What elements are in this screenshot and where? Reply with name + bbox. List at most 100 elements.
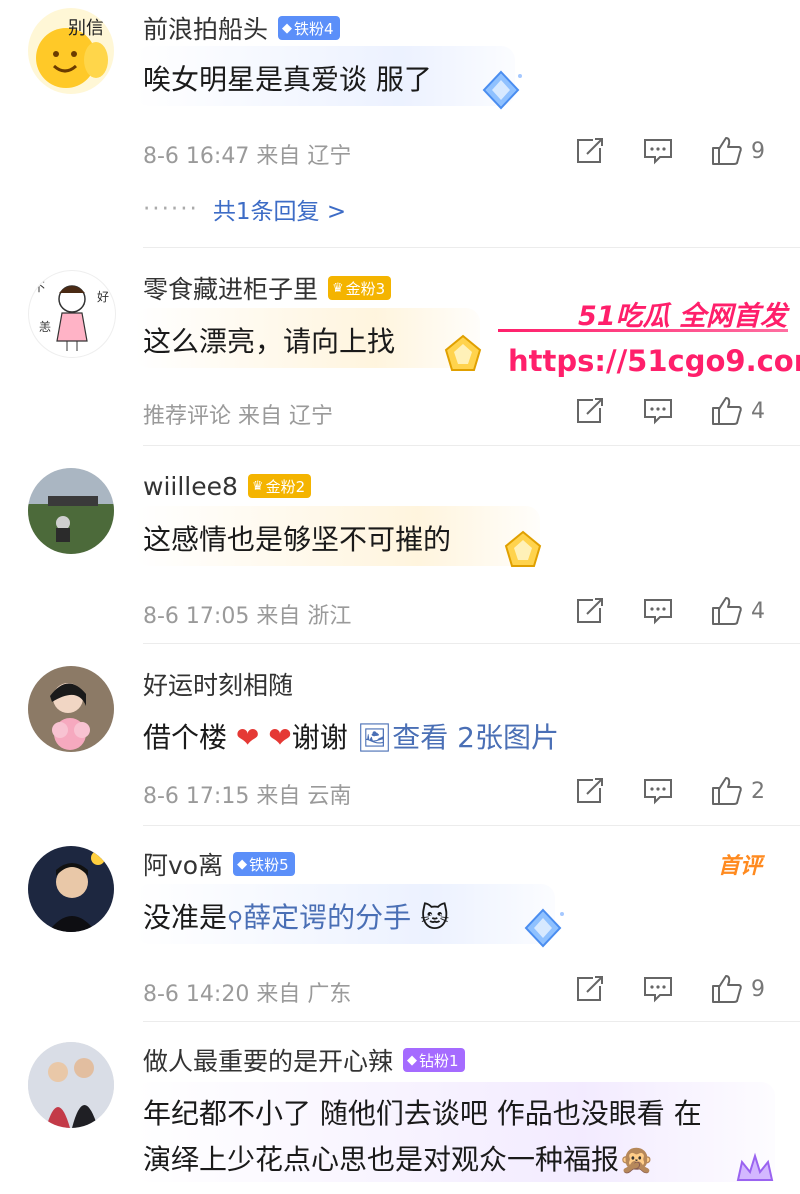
comment-text-prefix: 借个楼 bbox=[143, 721, 228, 754]
gold-gem-decoration-icon bbox=[504, 530, 542, 567]
comment-meta: 推荐评论 来自 辽宁 bbox=[143, 404, 333, 429]
username[interactable]: 零食藏进柜子里 bbox=[143, 270, 318, 306]
image-icon: 🖼 bbox=[356, 721, 393, 754]
share-button[interactable] bbox=[575, 777, 643, 805]
badge-label: 钻粉1 bbox=[419, 1051, 459, 1070]
view-replies-link[interactable]: ······ 共1条回复 > bbox=[143, 192, 346, 226]
thumbs-up-icon bbox=[712, 137, 742, 165]
share-icon bbox=[577, 778, 603, 803]
fan-badge[interactable]: ◆ 钻粉1 bbox=[403, 1048, 465, 1072]
comment-item: 阿vo离 ◆ 铁粉5 没准是⚲薛定谔的分手 🐱 8-6 14:20 来自 广东 … bbox=[0, 826, 800, 1022]
view-images-link[interactable]: 🖼查看 2张图片 bbox=[357, 721, 559, 754]
fan-badge[interactable]: ◆ 铁粉5 bbox=[233, 852, 295, 876]
share-icon bbox=[577, 598, 603, 623]
comment-meta: 8-6 17:15 来自 云南 bbox=[143, 784, 352, 809]
landscape-photo-avatar-icon bbox=[28, 468, 114, 554]
blue-gem-decoration-icon bbox=[524, 908, 564, 948]
smiley-wave-avatar-icon: 别信 bbox=[36, 18, 108, 88]
username[interactable]: wiillee8 bbox=[143, 472, 238, 501]
cartoon-girl-avatar-icon: 不 好 恙 bbox=[33, 280, 109, 351]
badge-label: 铁粉5 bbox=[249, 855, 289, 874]
comment-text-line: 年纪都不小了 随他们去谈吧 作品也没眼看 在 bbox=[143, 1097, 702, 1130]
username[interactable]: 做人最重要的是开心辣 bbox=[143, 1042, 393, 1078]
share-button[interactable] bbox=[575, 975, 643, 1003]
badge-label: 铁粉4 bbox=[294, 19, 334, 38]
watermark-url: https://51cgo9.com bbox=[508, 344, 800, 378]
comment-meta: 8-6 16:47 来自 辽宁 bbox=[143, 144, 352, 169]
comment-icon bbox=[644, 139, 672, 165]
comment-button[interactable] bbox=[643, 137, 711, 165]
like-button[interactable]: 4 bbox=[711, 396, 765, 426]
avatar[interactable]: 别信 bbox=[28, 8, 114, 94]
comment-actions: 9 bbox=[575, 974, 765, 1004]
comment-icon bbox=[644, 977, 672, 1003]
like-count: 4 bbox=[751, 598, 765, 624]
comment-text: 这么漂亮，请向上找 bbox=[143, 325, 396, 358]
gold-gem-decoration-icon bbox=[444, 334, 482, 371]
comment-item: 别信 前浪拍船头 ◆ 铁粉4 唉女明星是真爱谈 服了 8-6 16:47 来自 … bbox=[0, 0, 800, 248]
avatar[interactable]: 不 好 恙 bbox=[28, 270, 116, 358]
first-comment-badge: 首评 bbox=[718, 854, 763, 879]
comment-text-prefix: 没准是 bbox=[143, 901, 228, 934]
comment-button[interactable] bbox=[643, 397, 711, 425]
svg-text:好: 好 bbox=[97, 290, 109, 304]
avatar[interactable] bbox=[28, 468, 114, 554]
comment-button[interactable] bbox=[643, 777, 711, 805]
share-icon bbox=[577, 398, 603, 423]
replies-label: 共1条回复 > bbox=[212, 199, 347, 225]
avatar[interactable] bbox=[28, 666, 114, 752]
comment-button[interactable] bbox=[643, 975, 711, 1003]
svg-text:别信: 别信 bbox=[68, 18, 104, 39]
username-row: 前浪拍船头 ◆ 铁粉4 bbox=[143, 10, 340, 46]
portrait-photo-avatar-icon bbox=[28, 846, 114, 932]
like-button[interactable]: 9 bbox=[711, 974, 765, 1004]
svg-text:不: 不 bbox=[33, 280, 45, 294]
like-button[interactable]: 4 bbox=[711, 596, 765, 626]
comment-button[interactable] bbox=[643, 597, 711, 625]
crown-icon: ♛ bbox=[251, 478, 264, 494]
username[interactable]: 好运时刻相随 bbox=[143, 666, 293, 702]
like-button[interactable]: 2 bbox=[711, 776, 765, 806]
search-icon: ⚲ bbox=[227, 908, 244, 933]
comment-actions: 2 bbox=[575, 776, 765, 806]
diamond-icon: ◆ bbox=[237, 856, 248, 872]
like-count: 2 bbox=[751, 778, 765, 804]
fan-badge[interactable]: ◆ 铁粉4 bbox=[278, 16, 340, 40]
username-row: 好运时刻相随 bbox=[143, 666, 293, 702]
like-count: 4 bbox=[751, 398, 765, 424]
monkey-emoji-icon: 🙊 bbox=[619, 1143, 654, 1176]
username[interactable]: 阿vo离 bbox=[143, 846, 223, 882]
like-count: 9 bbox=[751, 138, 765, 164]
comment-meta: 8-6 14:20 来自 广东 bbox=[143, 982, 352, 1007]
share-button[interactable] bbox=[575, 397, 643, 425]
svg-text:恙: 恙 bbox=[39, 320, 51, 334]
username-row: 阿vo离 ◆ 铁粉5 bbox=[143, 846, 295, 882]
comment-actions: 4 bbox=[575, 596, 765, 626]
username[interactable]: 前浪拍船头 bbox=[143, 10, 268, 46]
heart-icon: ❤ bbox=[235, 721, 260, 754]
heart-icon: ❤ bbox=[268, 721, 292, 754]
thumbs-up-icon bbox=[712, 397, 742, 425]
view-images-label: 查看 2张图片 bbox=[392, 721, 559, 754]
username-row: 做人最重要的是开心辣 ◆ 钻粉1 bbox=[143, 1042, 465, 1078]
share-button[interactable] bbox=[575, 137, 643, 165]
fan-badge[interactable]: ♛ 金粉3 bbox=[328, 276, 392, 300]
username-row: 零食藏进柜子里 ♛ 金粉3 bbox=[143, 270, 392, 306]
avatar[interactable] bbox=[28, 846, 114, 932]
cat-face-icon: 🐱 bbox=[420, 901, 450, 934]
share-button[interactable] bbox=[575, 597, 643, 625]
fan-badge[interactable]: ♛ 金粉2 bbox=[247, 474, 312, 498]
avatar[interactable] bbox=[28, 1042, 114, 1128]
comment-item: 好运时刻相随 借个楼 ❤ ❤谢谢 🖼查看 2张图片 8-6 17:15 来自 云… bbox=[0, 644, 800, 826]
search-topic-link[interactable]: ⚲薛定谔的分手 bbox=[227, 901, 411, 934]
watermark-title: 51吃瓜 全网首发 bbox=[578, 301, 787, 332]
like-button[interactable]: 9 bbox=[711, 136, 765, 166]
badge-label: 金粉2 bbox=[265, 477, 306, 496]
portrait-photo-avatar-icon bbox=[28, 666, 114, 752]
share-icon bbox=[577, 976, 603, 1001]
comment-actions: 4 bbox=[575, 396, 765, 426]
ellipsis-icon: ······ bbox=[143, 196, 199, 222]
diamond-icon: ◆ bbox=[407, 1052, 418, 1068]
comment-icon bbox=[644, 599, 672, 625]
thumbs-up-icon bbox=[712, 975, 742, 1003]
